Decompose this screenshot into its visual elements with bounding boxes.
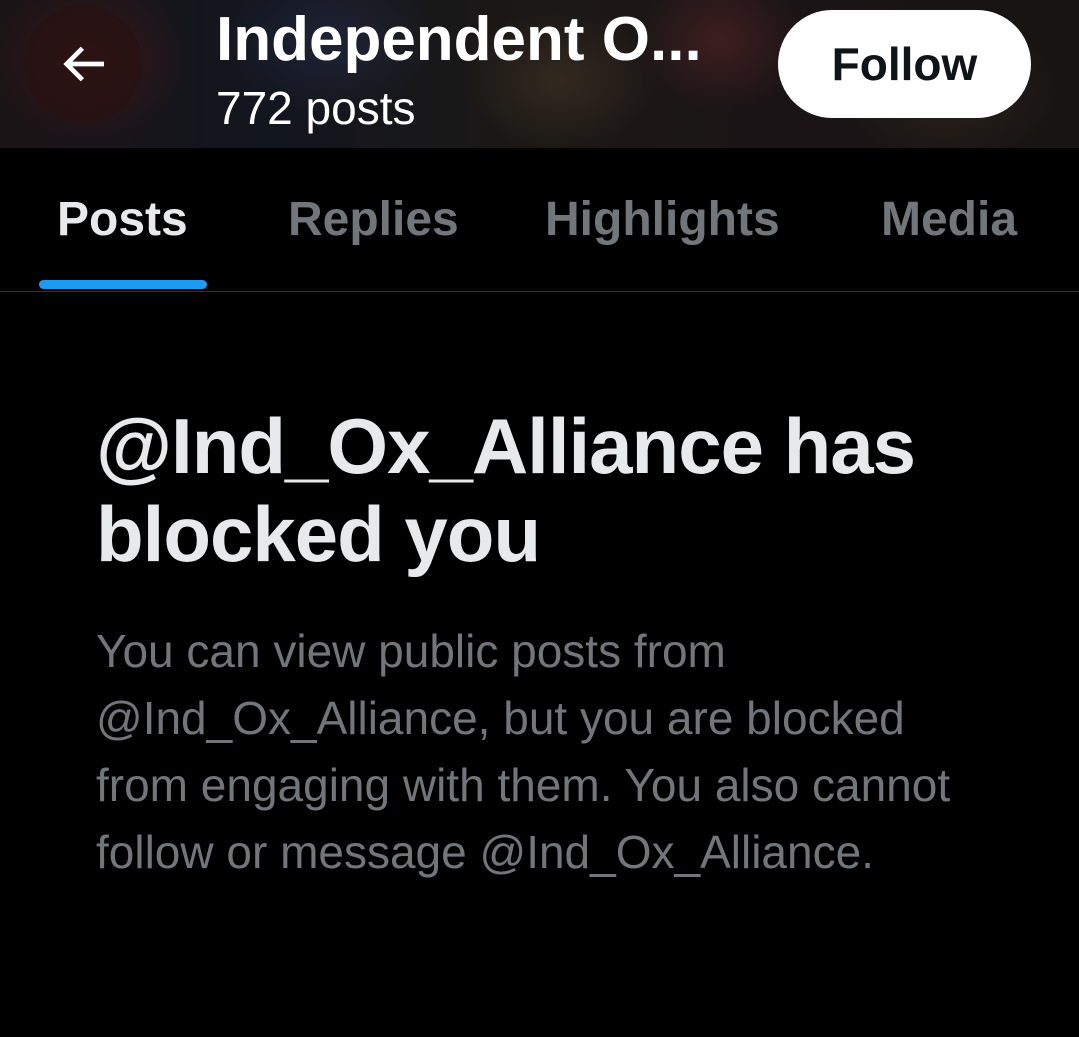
arrow-left-icon bbox=[63, 46, 104, 82]
profile-name: Independent O... bbox=[216, 5, 702, 74]
tab-media[interactable]: Media bbox=[881, 148, 1017, 291]
blocked-title: @Ind_Ox_Alliance has blocked you bbox=[96, 402, 916, 578]
tab-replies[interactable]: Replies bbox=[288, 148, 459, 291]
profile-screen: Independent O... 772 posts Follow Posts … bbox=[0, 0, 1079, 1037]
profile-title-block: Independent O... 772 posts bbox=[216, 0, 756, 134]
follow-button[interactable]: Follow bbox=[778, 10, 1031, 118]
tab-highlights[interactable]: Highlights bbox=[545, 148, 780, 291]
tab-posts[interactable]: Posts bbox=[57, 148, 188, 291]
blocked-description: You can view public posts from @Ind_Ox_A… bbox=[96, 625, 951, 878]
blocked-notice: @Ind_Ox_Alliance has blocked you You can… bbox=[96, 402, 996, 886]
profile-header-banner: Independent O... 772 posts Follow bbox=[0, 0, 1079, 148]
active-tab-indicator bbox=[39, 280, 207, 289]
post-count: 772 posts bbox=[216, 82, 416, 134]
back-button[interactable] bbox=[24, 5, 142, 123]
profile-tabs: Posts Replies Highlights Media bbox=[0, 148, 1079, 292]
